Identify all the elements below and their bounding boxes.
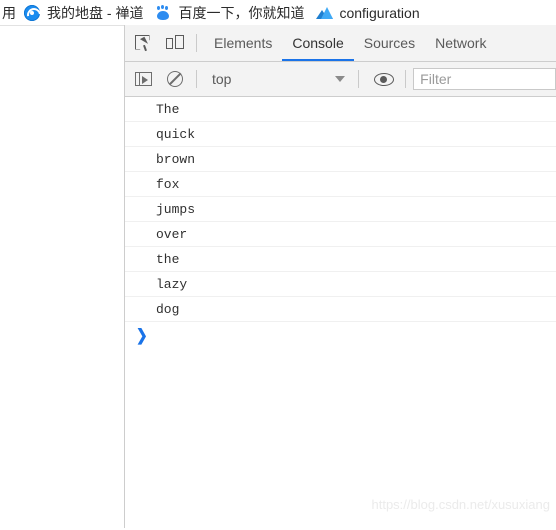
console-sidebar-toggle-icon bbox=[134, 72, 152, 86]
bookmark-configuration[interactable]: configuration bbox=[310, 2, 425, 24]
chevron-down-icon bbox=[335, 76, 346, 82]
toolbar-divider bbox=[358, 70, 360, 88]
bookmark-zentao[interactable]: 我的地盘 - 禅道 bbox=[18, 2, 149, 24]
console-toolbar: top Filter bbox=[125, 62, 556, 97]
live-expression-button[interactable] bbox=[370, 65, 398, 93]
clear-console-icon bbox=[167, 71, 183, 87]
web-page-viewport bbox=[0, 25, 124, 529]
tab-elements[interactable]: Elements bbox=[204, 26, 282, 61]
tab-console[interactable]: Console bbox=[282, 26, 354, 61]
bookmarks-bar: 用 我的地盘 - 禅道 百度一下，你就知道 configuration bbox=[0, 0, 556, 25]
console-filter-input[interactable]: Filter bbox=[413, 68, 556, 90]
console-message-list: The quick brown fox jumps over the lazy … bbox=[125, 97, 556, 530]
console-message: brown bbox=[125, 147, 556, 172]
tab-network[interactable]: Network bbox=[425, 26, 496, 61]
toolbar-divider bbox=[196, 34, 197, 52]
bookmark-clipped-label: 用 bbox=[2, 4, 16, 21]
browser-window: 用 我的地盘 - 禅道 百度一下，你就知道 configuration Elem… bbox=[0, 0, 556, 530]
console-message: over bbox=[125, 222, 556, 247]
console-message: fox bbox=[125, 172, 556, 197]
toolbar-divider bbox=[196, 70, 197, 88]
configuration-icon bbox=[316, 5, 334, 21]
console-filter-placeholder: Filter bbox=[420, 71, 452, 87]
device-toolbar-icon bbox=[166, 35, 184, 51]
baidu-icon bbox=[155, 4, 172, 21]
console-message: the bbox=[125, 247, 556, 272]
clear-console-button[interactable] bbox=[161, 65, 189, 93]
console-message: lazy bbox=[125, 272, 556, 297]
console-message: The bbox=[125, 97, 556, 122]
bookmark-label: 百度一下，你就知道 bbox=[178, 4, 305, 21]
inspect-element-icon bbox=[134, 34, 152, 52]
console-message: jumps bbox=[125, 197, 556, 222]
execution-context-select[interactable]: top bbox=[204, 68, 351, 90]
console-prompt[interactable]: ❯ bbox=[125, 322, 556, 348]
console-prompt-caret-icon: ❯ bbox=[136, 325, 148, 345]
bookmark-baidu[interactable]: 百度一下，你就知道 bbox=[149, 2, 310, 24]
bookmark-label: configuration bbox=[339, 4, 420, 21]
live-expression-eye-icon bbox=[374, 72, 395, 86]
console-message: quick bbox=[125, 122, 556, 147]
devtools-tabstrip: Elements Console Sources Network bbox=[125, 25, 556, 62]
watermark: https://blog.csdn.net/xusuxiang bbox=[371, 497, 550, 512]
toolbar-divider bbox=[405, 70, 407, 88]
console-sidebar-toggle-button[interactable] bbox=[129, 65, 157, 93]
zentao-icon bbox=[24, 4, 40, 21]
device-toolbar-button[interactable] bbox=[161, 29, 189, 57]
execution-context-value: top bbox=[212, 71, 232, 87]
inspect-element-button[interactable] bbox=[129, 29, 157, 57]
console-message: dog bbox=[125, 297, 556, 322]
tab-sources[interactable]: Sources bbox=[354, 26, 425, 61]
bookmark-label: 我的地盘 - 禅道 bbox=[47, 4, 144, 21]
devtools-panel: Elements Console Sources Network top Fil… bbox=[124, 25, 556, 530]
